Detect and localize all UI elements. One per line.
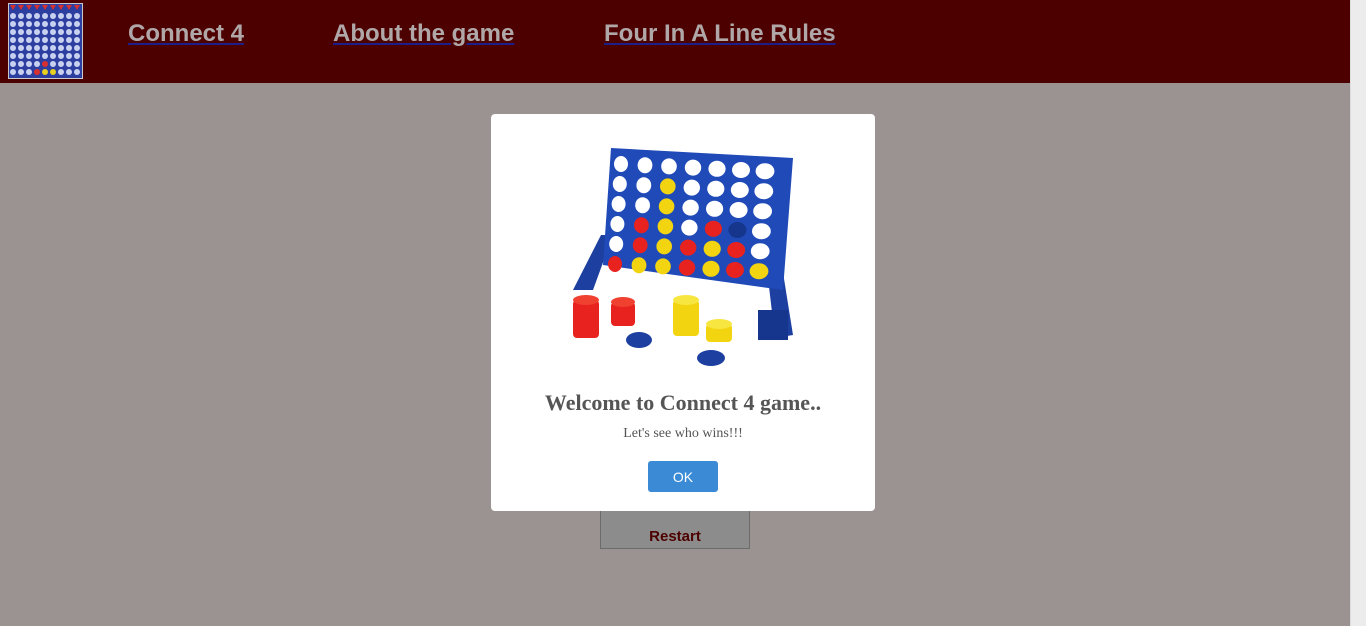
ok-button[interactable]: OK [648, 461, 718, 492]
connect4-board-illustration [563, 140, 803, 385]
nav-link-connect4[interactable]: Connect 4 [128, 20, 244, 48]
dialog-message: Let's see who wins!!! [623, 426, 743, 441]
dialog-title: Welcome to Connect 4 game.. [544, 390, 822, 415]
nav-link-rules[interactable]: Four In A Line Rules [604, 20, 836, 48]
navbar: Connect 4 About the game Four In A Line … [0, 0, 1350, 83]
nav-link-about[interactable]: About the game [333, 20, 514, 48]
connect4-logo-icon[interactable] [8, 3, 83, 79]
scrollbar[interactable] [1350, 0, 1366, 626]
restart-label: Restart [649, 527, 701, 545]
